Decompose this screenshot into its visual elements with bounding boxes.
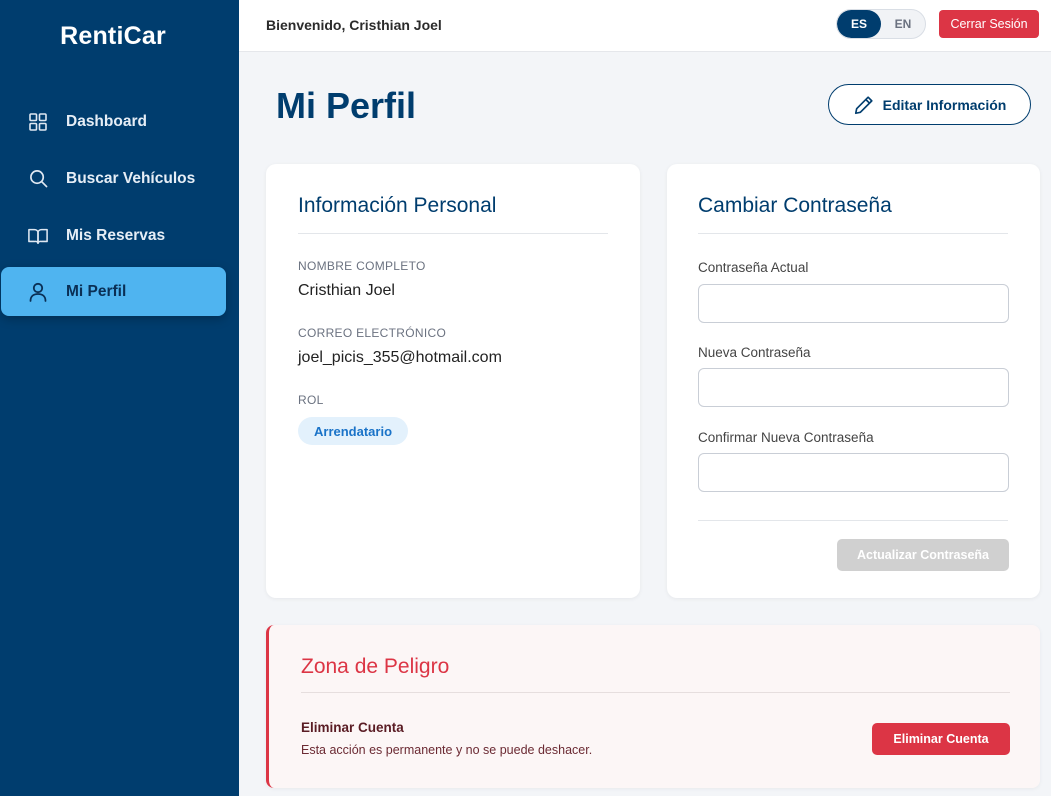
language-toggle: ES EN bbox=[836, 9, 926, 39]
danger-zone-card: Zona de Peligro Eliminar Cuenta Esta acc… bbox=[266, 625, 1040, 788]
sidebar-item-reservations[interactable]: Mis Reservas bbox=[1, 211, 226, 260]
delete-account-warning: Esta acción es permanente y no se puede … bbox=[301, 743, 593, 757]
divider bbox=[298, 233, 608, 234]
edit-info-label: Editar Información bbox=[882, 96, 1007, 113]
confirm-password-label: Confirmar Nueva Contraseña bbox=[698, 430, 874, 445]
current-password-input[interactable] bbox=[698, 284, 1009, 323]
confirm-password-input[interactable] bbox=[698, 453, 1009, 492]
personal-info-title: Información Personal bbox=[298, 194, 497, 217]
current-password-label: Contraseña Actual bbox=[698, 260, 809, 275]
sidebar-item-label: Dashboard bbox=[66, 112, 147, 130]
lang-es-button[interactable]: ES bbox=[837, 10, 881, 38]
sidebar-item-profile[interactable]: Mi Perfil bbox=[1, 267, 226, 316]
book-icon bbox=[28, 226, 48, 246]
sidebar-item-label: Mi Perfil bbox=[66, 282, 127, 300]
name-value: Cristhian Joel bbox=[298, 282, 395, 299]
edit-info-button[interactable]: Editar Información bbox=[828, 84, 1031, 125]
page-title: Mi Perfil bbox=[276, 85, 417, 126]
divider bbox=[698, 520, 1008, 521]
role-badge: Arrendatario bbox=[298, 417, 409, 445]
role-label: Rol bbox=[298, 393, 324, 407]
new-password-label: Nueva Contraseña bbox=[698, 345, 811, 360]
sidebar-item-search[interactable]: Buscar Vehículos bbox=[1, 154, 226, 203]
email-label: Correo Electrónico bbox=[298, 326, 447, 340]
change-password-card: Cambiar Contraseña Contraseña Actual Nue… bbox=[667, 164, 1040, 598]
sidebar: RentiCar Dashboard Buscar Vehículos Mis … bbox=[0, 0, 239, 796]
welcome-text: Bienvenido, Cristhian Joel bbox=[266, 17, 442, 33]
logout-button[interactable]: Cerrar Sesión bbox=[939, 10, 1039, 38]
pencil-icon bbox=[854, 95, 873, 114]
email-value: joel_picis_355@hotmail.com bbox=[298, 349, 502, 366]
search-icon bbox=[28, 169, 48, 189]
lang-en-button[interactable]: EN bbox=[881, 10, 925, 38]
change-password-title: Cambiar Contraseña bbox=[698, 194, 892, 217]
delete-account-button[interactable]: Eliminar Cuenta bbox=[872, 723, 1010, 755]
update-password-button[interactable]: Actualizar Contraseña bbox=[837, 539, 1009, 571]
name-label: Nombre Completo bbox=[298, 259, 426, 273]
top-bar: Bienvenido, Cristhian Joel ES EN Cerrar … bbox=[239, 0, 1051, 52]
brand-logo[interactable]: RentiCar bbox=[0, 22, 226, 51]
user-icon bbox=[28, 282, 48, 302]
danger-zone-title: Zona de Peligro bbox=[301, 655, 450, 678]
sidebar-item-label: Mis Reservas bbox=[66, 226, 166, 244]
sidebar-item-label: Buscar Vehículos bbox=[66, 169, 196, 187]
divider bbox=[301, 692, 1010, 693]
sidebar-item-dashboard[interactable]: Dashboard bbox=[1, 97, 226, 146]
new-password-input[interactable] bbox=[698, 368, 1009, 407]
divider bbox=[698, 233, 1008, 234]
dashboard-grid-icon bbox=[28, 112, 48, 132]
delete-account-heading: Eliminar Cuenta bbox=[301, 720, 404, 735]
personal-info-card: Información Personal Nombre Completo Cri… bbox=[266, 164, 640, 598]
